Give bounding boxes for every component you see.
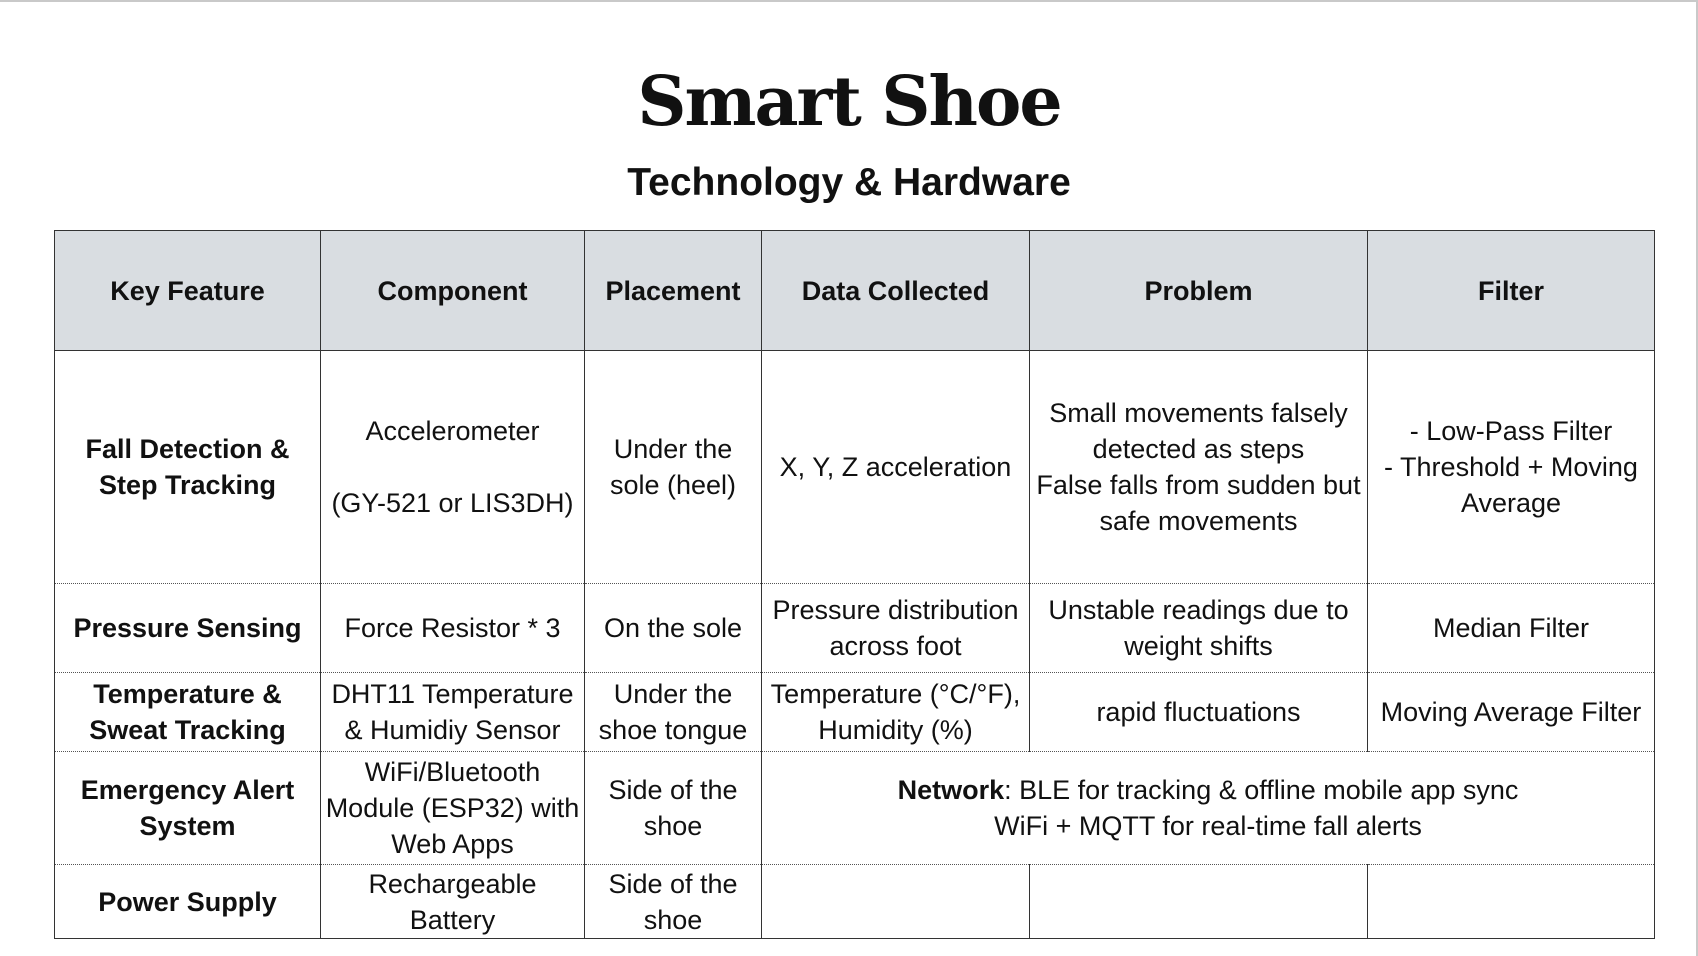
table-header-row: Key Feature Component Placement Data Col… xyxy=(54,230,1655,351)
spec-table: Key Feature Component Placement Data Col… xyxy=(54,230,1655,939)
component-name: Accelerometer xyxy=(365,416,540,446)
problem-cell: Small movements falsely detected as step… xyxy=(1029,350,1368,584)
key-feature-cell: Temperature & Sweat Tracking xyxy=(54,672,321,752)
column-header-component: Component xyxy=(320,230,585,351)
network-label: Network xyxy=(897,775,1005,805)
component-cell: Accelerometer (GY-521 or LIS3DH) xyxy=(320,350,585,584)
component-cell: WiFi/Bluetooth Module (ESP32) with Web A… xyxy=(320,751,585,865)
key-feature-cell: Power Supply xyxy=(54,864,321,939)
component-cell: Rechargeable Battery xyxy=(320,864,585,939)
filter-cell: - Low-Pass Filter - Threshold + Moving A… xyxy=(1367,350,1655,584)
network-line: Network: BLE for tracking & offline mobi… xyxy=(766,772,1650,808)
network-cell: Network: BLE for tracking & offline mobi… xyxy=(761,751,1655,865)
problem-cell: Unstable readings due to weight shifts xyxy=(1029,583,1368,673)
filter-text: - Threshold + Moving Average xyxy=(1384,452,1638,518)
component-cell: Force Resistor * 3 xyxy=(320,583,585,673)
filter-text: - Low-Pass Filter xyxy=(1409,416,1613,446)
problem-cell: rapid fluctuations xyxy=(1029,672,1368,752)
placement-cell: Under the sole (heel) xyxy=(584,350,762,584)
problem-cell xyxy=(1029,864,1368,939)
key-feature-cell: Fall Detection & Step Tracking xyxy=(54,350,321,584)
problem-text: False falls from sudden but safe movemen… xyxy=(1036,470,1361,536)
data-collected-cell: X, Y, Z acceleration xyxy=(761,350,1030,584)
placement-cell: Under the shoe tongue xyxy=(584,672,762,752)
table-row: Emergency Alert System WiFi/Bluetooth Mo… xyxy=(54,751,1655,865)
table-row: Pressure Sensing Force Resistor * 3 On t… xyxy=(54,583,1655,673)
column-header-placement: Placement xyxy=(584,230,762,351)
key-feature-cell: Emergency Alert System xyxy=(54,751,321,865)
data-collected-cell: Pressure distribution across foot xyxy=(761,583,1030,673)
page-title: Smart Shoe xyxy=(637,62,1062,142)
column-header-filter: Filter xyxy=(1367,230,1655,351)
placement-cell: Side of the shoe xyxy=(584,864,762,939)
placement-cell: Side of the shoe xyxy=(584,751,762,865)
problem-text: Small movements falsely detected as step… xyxy=(1049,398,1348,464)
component-cell: DHT11 Temperature & Humidiy Sensor xyxy=(320,672,585,752)
table-row: Fall Detection & Step Tracking Accelerom… xyxy=(54,350,1655,584)
filter-cell xyxy=(1367,864,1655,939)
column-header-key-feature: Key Feature xyxy=(54,230,321,351)
component-model: (GY-521 or LIS3DH) xyxy=(331,488,574,518)
column-header-problem: Problem xyxy=(1029,230,1368,351)
filter-cell: Median Filter xyxy=(1367,583,1655,673)
network-ble-text: : BLE for tracking & offline mobile app … xyxy=(1004,775,1519,805)
network-wifi-text: WiFi + MQTT for real-time fall alerts xyxy=(994,811,1422,841)
table-row: Power Supply Rechargeable Battery Side o… xyxy=(54,864,1655,939)
column-header-data-collected: Data Collected xyxy=(761,230,1030,351)
placement-cell: On the sole xyxy=(584,583,762,673)
key-feature-cell: Pressure Sensing xyxy=(54,583,321,673)
data-collected-cell: Temperature (°C/°F), Humidity (%) xyxy=(761,672,1030,752)
page-subtitle: Technology & Hardware xyxy=(627,161,1071,204)
table-row: Temperature & Sweat Tracking DHT11 Tempe… xyxy=(54,672,1655,752)
data-collected-cell xyxy=(761,864,1030,939)
filter-cell: Moving Average Filter xyxy=(1367,672,1655,752)
